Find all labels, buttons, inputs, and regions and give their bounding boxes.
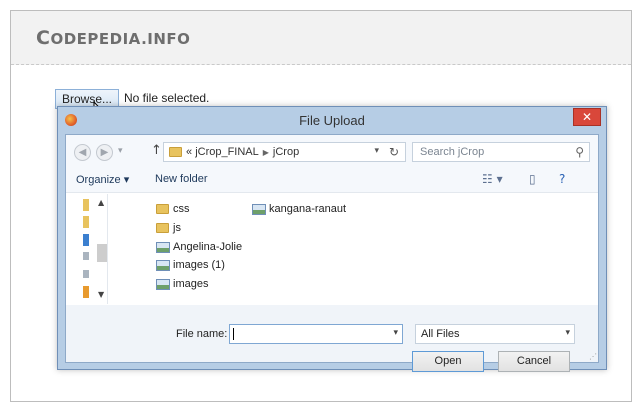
address-row: ◀ ▶ ▾ ↑ « jCrop_FINAL ▶ jCrop ▾ ↻ Search j… [66,135,598,167]
file-name: js [173,222,181,234]
dialog-titlebar[interactable]: File Upload ✕ [58,107,606,133]
chevron-down-icon[interactable]: ▾ [393,328,398,338]
file-status-text: No file selected. [124,91,210,105]
scroll-down-icon[interactable]: ▼ [98,290,104,299]
dialog-body: ◀ ▶ ▾ ↑ « jCrop_FINAL ▶ jCrop ▾ ↻ Search j… [65,134,599,372]
image-file-icon [252,204,266,215]
chevron-down-icon[interactable]: ▾ [565,328,570,338]
folder-icon[interactable] [83,216,89,228]
search-icon[interactable]: ⚲ [575,145,584,159]
site-title-suffix: .INFO [141,30,191,48]
file-name: images [173,278,209,290]
image-file-icon [156,242,170,253]
dialog-title: File Upload [299,113,365,128]
chevron-down-icon[interactable]: ▾ [374,146,379,156]
favorites-icon[interactable] [83,199,89,211]
chevron-right-icon: ▶ [262,148,269,157]
forward-button[interactable]: ▶ [96,144,113,161]
network-icon[interactable] [83,286,89,298]
file-type-value: All Files [421,328,460,340]
recent-dropdown-icon[interactable]: ▾ [118,146,123,156]
dialog-footer: File name: ▾ All Files ▾ Open Cancel ⋰ [66,305,598,372]
scroll-up-icon[interactable]: ▲ [98,198,104,207]
file-name-label: File name: [176,328,228,340]
image-file-icon [156,279,170,290]
file-name: images (1) [173,259,225,271]
help-icon[interactable]: ? [559,172,565,186]
resize-grip-icon[interactable]: ⋰ [589,352,597,361]
drive-icon[interactable] [83,252,89,260]
file-type-select[interactable]: All Files ▾ [415,324,575,344]
site-title-initial: C [36,27,51,49]
close-button[interactable]: ✕ [573,108,601,126]
image-file-icon [156,260,170,271]
navigation-pane: ▲ ▼ [66,194,108,304]
scrollbar-thumb[interactable] [97,244,107,262]
cancel-button[interactable]: Cancel [498,351,570,372]
up-arrow-icon[interactable]: ↑ [151,143,162,158]
address-bar[interactable]: « jCrop_FINAL ▶ jCrop ▾ ↻ [163,142,406,162]
drive-icon[interactable] [83,270,89,278]
site-title[interactable]: CODEPEDIA.INFO [36,27,190,49]
search-placeholder: Search jCrop [420,146,485,158]
preview-pane-icon[interactable]: ▯ [529,172,536,186]
address-overflow[interactable]: « [186,146,192,158]
search-input[interactable]: Search jCrop ⚲ [412,142,590,162]
text-caret [233,328,234,340]
organize-menu[interactable]: Organize ▾ [76,173,129,186]
folder-icon [156,204,169,214]
file-name: kangana-ranaut [269,203,347,215]
file-list: css js Angelina-Jolie images (1) images … [110,194,598,304]
file-name: Angelina-Jolie [173,241,243,253]
refresh-icon[interactable]: ↻ [389,145,399,159]
dialog-toolbar: Organize ▾ New folder ☷ ▾ ▯ ? [66,167,598,193]
folder-icon [156,223,169,233]
folder-icon [169,147,182,157]
site-header: CODEPEDIA.INFO [11,11,631,65]
file-upload-dialog: File Upload ✕ ◀ ▶ ▾ ↑ « jCrop_FINAL ▶ jCro… [57,106,607,372]
address-path: « jCrop_FINAL ▶ jCrop [186,146,299,158]
address-segment-2[interactable]: jCrop [273,146,299,158]
libraries-icon[interactable] [83,234,89,246]
address-segment-1[interactable]: jCrop_FINAL [195,146,259,158]
file-name-input[interactable]: ▾ [229,324,403,344]
view-options-icon[interactable]: ☷ ▾ [482,172,503,186]
new-folder-button[interactable]: New folder [155,173,208,185]
site-title-rest: ODEPEDIA [50,30,142,48]
open-button[interactable]: Open [412,351,484,372]
file-name: css [173,203,190,215]
back-button[interactable]: ◀ [74,144,91,161]
